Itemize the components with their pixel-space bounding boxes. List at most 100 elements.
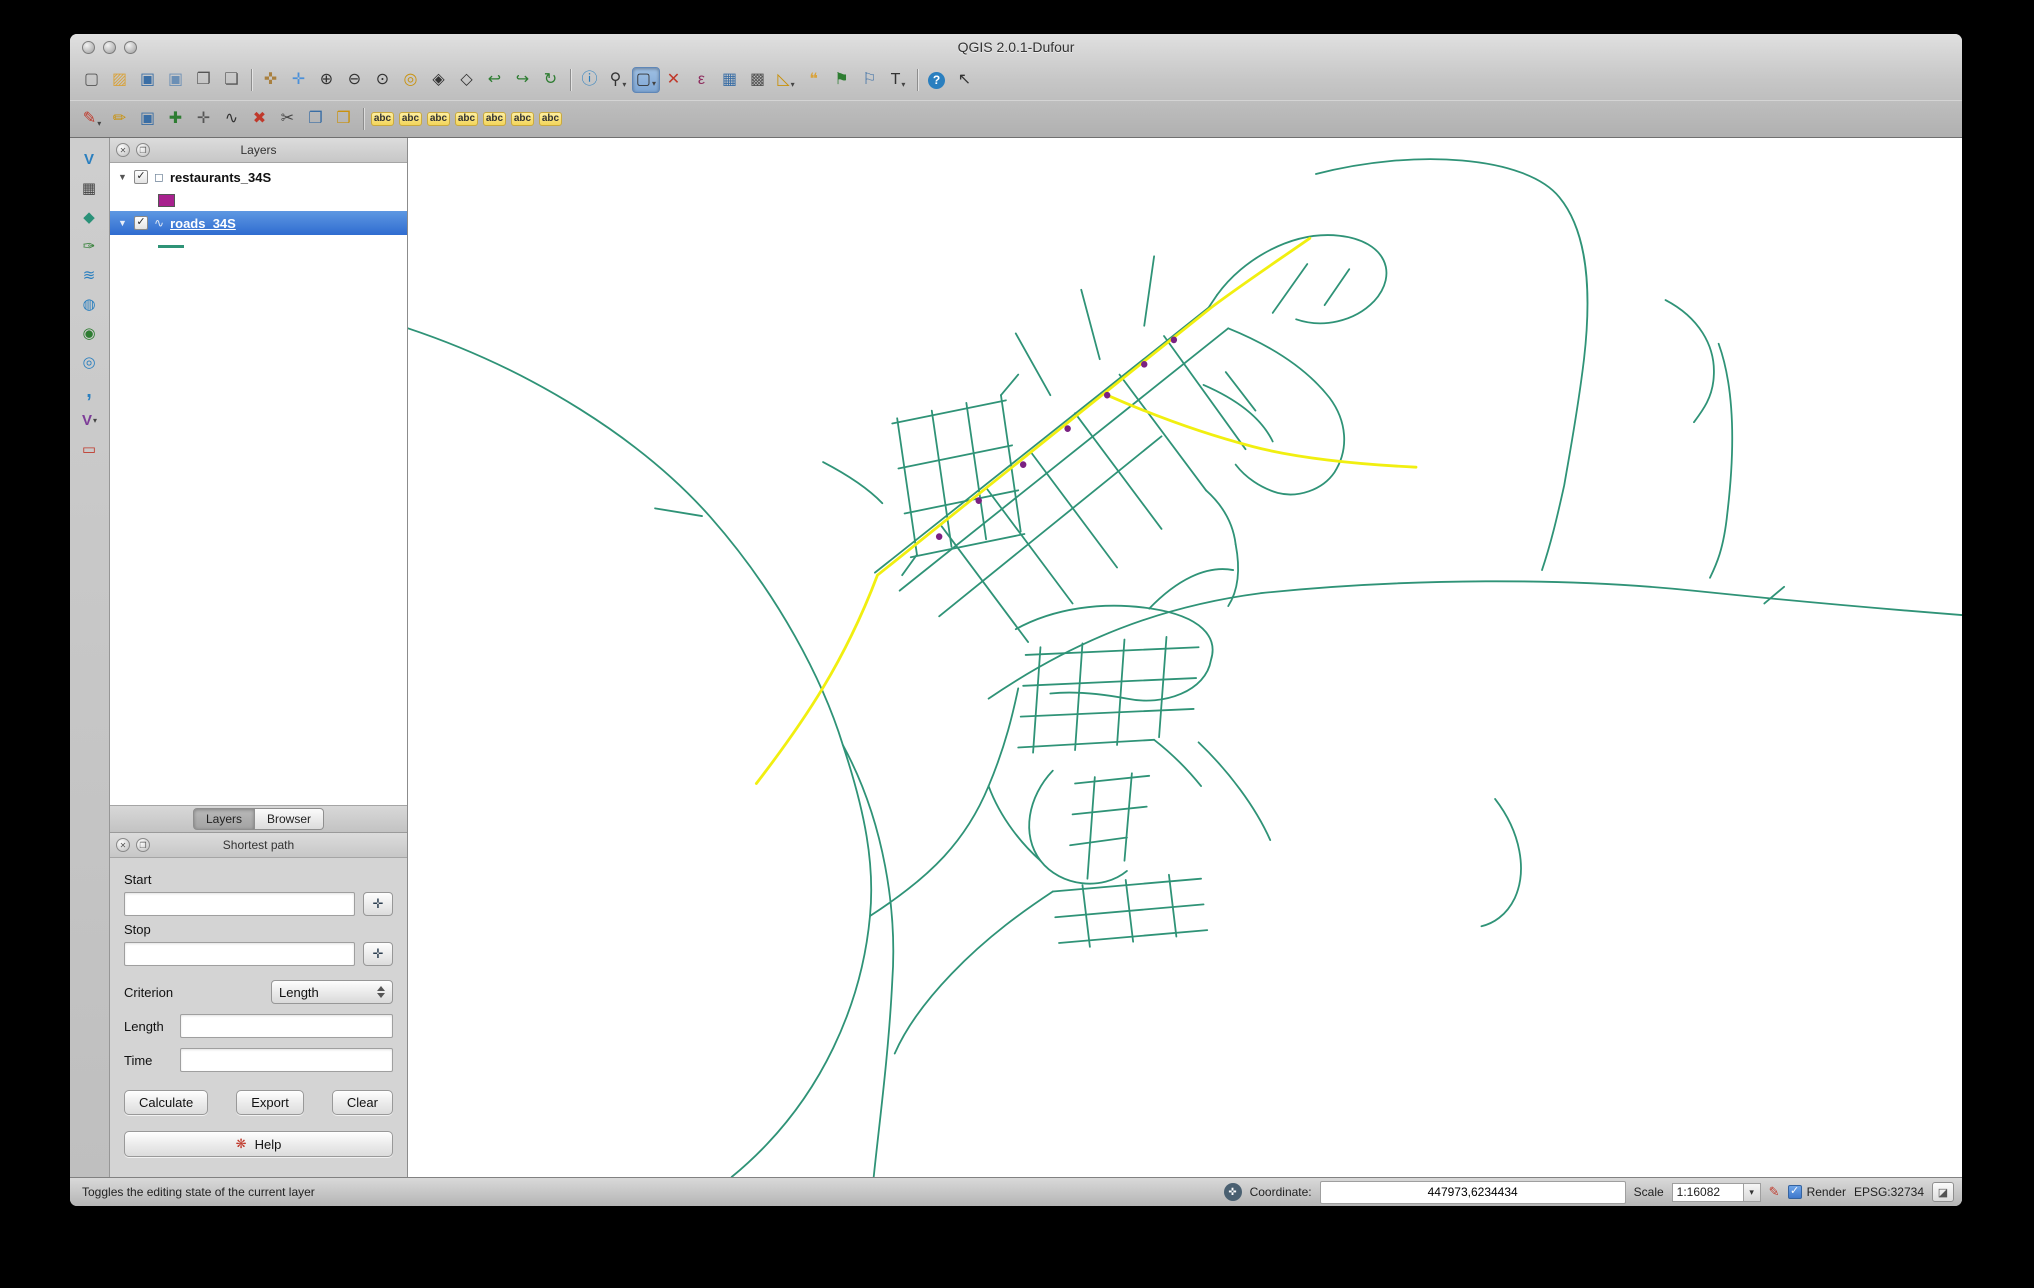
copy-features-icon[interactable]: ❐ xyxy=(302,106,330,132)
zoom-out-icon[interactable]: ⊖ xyxy=(341,67,369,93)
float-panel-icon[interactable]: ❐ xyxy=(136,143,150,157)
time-label: Time xyxy=(124,1052,153,1068)
new-project-icon[interactable]: ▢ xyxy=(78,67,106,93)
expander-icon[interactable]: ▼ xyxy=(118,218,128,228)
save-layer-edits-icon[interactable]: ▣ xyxy=(134,106,162,132)
close-panel-icon[interactable]: ✕ xyxy=(116,143,130,157)
zoom-in-icon[interactable]: ⊕ xyxy=(313,67,341,93)
move-feature-icon[interactable]: ✛ xyxy=(190,106,218,132)
open-project-icon[interactable]: ▨ xyxy=(106,67,134,93)
clear-button[interactable]: Clear xyxy=(331,1090,393,1115)
pick-start-icon[interactable]: ✛ xyxy=(363,892,393,916)
close-panel-icon[interactable]: ✕ xyxy=(116,838,130,852)
close-window-icon[interactable] xyxy=(82,40,95,54)
attribute-table-icon[interactable]: ▦ xyxy=(716,67,744,93)
stop-input[interactable] xyxy=(124,942,355,966)
labeling-options-icon[interactable]: abc xyxy=(369,106,397,132)
layer-item-roads[interactable]: ▼ ✓ ∿ roads_34S xyxy=(110,211,407,235)
expander-icon[interactable]: ▼ xyxy=(118,172,128,182)
select-features-icon[interactable]: ▢ ▾ xyxy=(632,67,660,93)
zoom-tools-menu-icon[interactable]: ⚲ ▾ xyxy=(604,67,632,93)
select-by-expression-icon[interactable]: ε xyxy=(688,67,716,93)
length-input[interactable] xyxy=(180,1014,393,1038)
pin-labels-icon[interactable]: abc xyxy=(397,106,425,132)
add-wcs-layer-icon[interactable]: ◉ xyxy=(76,320,104,346)
add-delimited-text-icon[interactable]: , xyxy=(76,378,104,404)
render-checkbox[interactable]: ✓ Render xyxy=(1787,1185,1846,1199)
change-label-icon[interactable]: abc xyxy=(537,106,565,132)
refresh-map-icon[interactable]: ↻ xyxy=(537,67,565,93)
add-wms-layer-icon[interactable]: ◍ xyxy=(76,291,104,317)
add-wfs-layer-icon[interactable]: ◎ xyxy=(76,349,104,375)
titlebar[interactable]: QGIS 2.0.1-Dufour xyxy=(70,34,1962,60)
layer-visibility-checkbox[interactable]: ✓ xyxy=(134,216,148,230)
minimize-window-icon[interactable] xyxy=(103,40,116,54)
zoom-next-icon[interactable]: ↪ xyxy=(509,67,537,93)
criterion-select[interactable]: Length xyxy=(271,980,393,1004)
stop-render-icon[interactable]: ✎ xyxy=(1769,1184,1780,1200)
zoom-full-extent-icon[interactable]: ◎ xyxy=(397,67,425,93)
layers-tree: ▼ ✓ ◻ restaurants_34S ▼ ✓ ∿ roads_34S xyxy=(110,163,407,806)
show-hide-labels-icon[interactable]: abc xyxy=(453,106,481,132)
scale-dropdown-icon[interactable]: ▾ xyxy=(1743,1182,1761,1202)
field-calculator-icon[interactable]: ▩ xyxy=(744,67,772,93)
tab-browser[interactable]: Browser xyxy=(255,808,325,830)
layer-item-restaurants[interactable]: ▼ ✓ ◻ restaurants_34S xyxy=(110,165,407,189)
new-shapefile-layer-icon[interactable]: V ▾ xyxy=(76,407,104,433)
zoom-window-icon[interactable] xyxy=(124,40,137,54)
tab-layers[interactable]: Layers xyxy=(192,808,255,830)
start-input[interactable] xyxy=(124,892,355,916)
help-button[interactable]: ❋ Help xyxy=(124,1131,393,1157)
cut-features-icon[interactable]: ✂ xyxy=(274,106,302,132)
pan-map-icon[interactable]: ✜ xyxy=(257,67,285,93)
point-symbol-swatch xyxy=(158,193,175,207)
crs-status-icon[interactable]: ◪ xyxy=(1932,1182,1954,1202)
paste-features-icon[interactable]: ❒ xyxy=(330,106,358,132)
pick-stop-icon[interactable]: ✛ xyxy=(363,942,393,966)
composer-manager-icon[interactable]: ❏ xyxy=(218,67,246,93)
deselect-features-icon[interactable]: ✕ xyxy=(660,67,688,93)
add-feature-icon[interactable]: ✚ xyxy=(162,106,190,132)
new-composer-icon[interactable]: ❐ xyxy=(190,67,218,93)
shortest-path-body: Start ✛ Stop ✛ Criterion Length Length T… xyxy=(110,858,407,1177)
layer-visibility-checkbox[interactable]: ✓ xyxy=(134,170,148,184)
zoom-actual-size-icon[interactable]: ⊙ xyxy=(369,67,397,93)
node-tool-icon[interactable]: ∿ xyxy=(218,106,246,132)
add-vector-layer-icon[interactable]: V xyxy=(76,146,104,172)
whats-this-icon[interactable]: ↖ xyxy=(951,67,979,93)
zoom-to-selection-icon[interactable]: ◈ xyxy=(425,67,453,93)
move-label-icon[interactable]: abc xyxy=(481,106,509,132)
help-icon[interactable]: ? xyxy=(923,67,951,93)
map-canvas[interactable] xyxy=(408,138,1962,1177)
delete-selected-icon[interactable]: ✖ xyxy=(246,106,274,132)
save-project-as-icon[interactable]: ▣ xyxy=(162,67,190,93)
pan-to-selection-icon[interactable]: ✛ xyxy=(285,67,313,93)
zoom-to-layer-icon[interactable]: ◇ xyxy=(453,67,481,93)
line-layer-icon: ∿ xyxy=(154,216,165,230)
current-edits-icon[interactable]: ✎ ▾ xyxy=(78,106,106,132)
float-panel-icon[interactable]: ❐ xyxy=(136,838,150,852)
toggle-editing-icon[interactable]: ✏ xyxy=(106,106,134,132)
time-input[interactable] xyxy=(180,1048,393,1072)
save-project-icon[interactable]: ▣ xyxy=(134,67,162,93)
text-annotation-icon[interactable]: T ▾ xyxy=(884,67,912,93)
add-raster-layer-icon[interactable]: ▦ xyxy=(76,175,104,201)
highlight-pinned-labels-icon[interactable]: abc xyxy=(425,106,453,132)
coordinate-input[interactable] xyxy=(1319,1180,1626,1204)
new-bookmark-icon[interactable]: ⚑ xyxy=(828,67,856,93)
scale-combo[interactable]: 1:16082 ▾ xyxy=(1671,1182,1761,1202)
remove-layer-icon[interactable]: ▭ xyxy=(76,436,104,462)
tracking-toggle-icon[interactable]: ✜ xyxy=(1223,1183,1242,1201)
export-button[interactable]: Export xyxy=(236,1090,304,1115)
show-bookmarks-icon[interactable]: ⚐ xyxy=(856,67,884,93)
add-spatialite-layer-icon[interactable]: ✑ xyxy=(76,233,104,259)
map-tips-icon[interactable]: ❝ xyxy=(800,67,828,93)
zoom-last-icon[interactable]: ↩ xyxy=(481,67,509,93)
add-postgis-layer-icon[interactable]: ◆ xyxy=(76,204,104,230)
rotate-label-icon[interactable]: abc xyxy=(509,106,537,132)
identify-features-icon[interactable]: ⓘ xyxy=(576,67,604,93)
add-mssql-layer-icon[interactable]: ≋ xyxy=(76,262,104,288)
calculate-button[interactable]: Calculate xyxy=(124,1090,209,1115)
length-label: Length xyxy=(124,1018,164,1034)
measure-icon[interactable]: ◺ ▾ xyxy=(772,67,800,93)
